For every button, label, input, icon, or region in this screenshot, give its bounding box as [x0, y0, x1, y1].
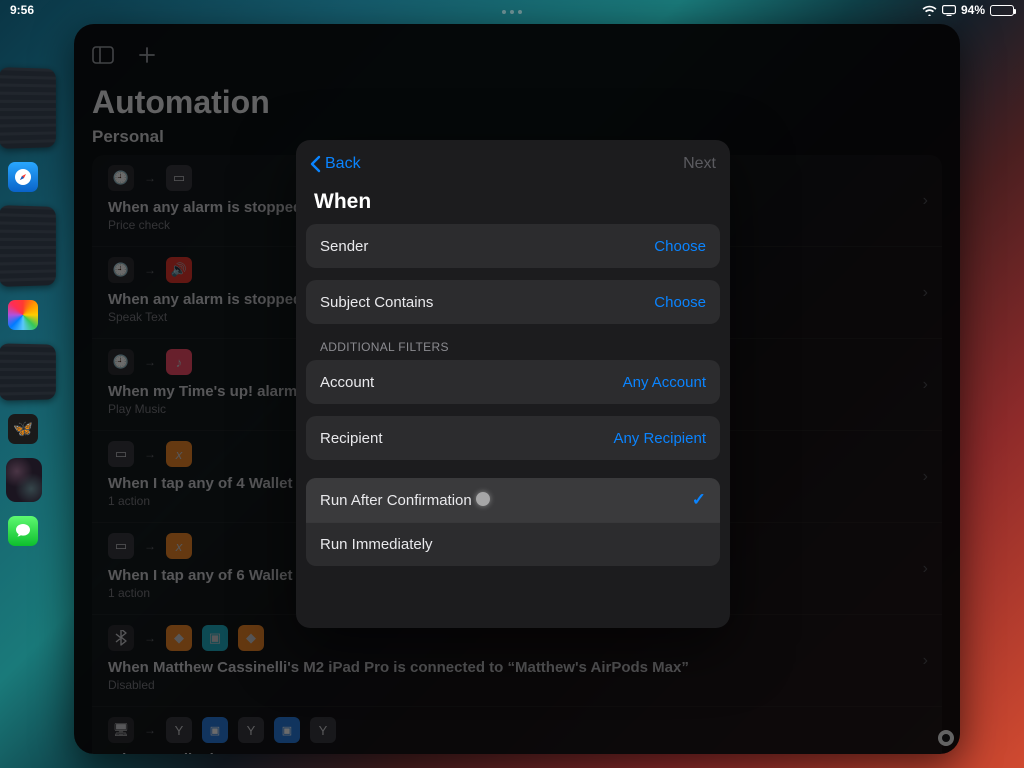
bluetooth-icon	[108, 625, 134, 651]
account-value: Any Account	[623, 374, 706, 391]
automation-title: When my display connects	[108, 751, 926, 754]
chevron-right-icon: ›	[923, 560, 928, 578]
arrow-icon: →	[144, 263, 156, 277]
automation-config-sheet: Back Next When Sender Choose Subject Con…	[296, 140, 730, 628]
next-label: Next	[683, 155, 716, 173]
checkmark-icon: ✓	[692, 490, 706, 510]
next-button[interactable]: Next	[683, 155, 716, 173]
arrow-icon: →	[144, 723, 156, 737]
photos-icon[interactable]	[8, 300, 38, 330]
status-time: 9:56	[10, 3, 34, 17]
action-icon: Y	[166, 717, 192, 743]
add-icon[interactable]	[136, 44, 158, 66]
wallet-icon: ▭	[108, 441, 134, 467]
switcher-card[interactable]	[0, 67, 56, 149]
action-icon: ▣	[274, 717, 300, 743]
arrow-icon: →	[144, 539, 156, 553]
filters-header: Additional Filters	[296, 324, 730, 360]
messages-icon[interactable]	[8, 516, 38, 546]
automation-title: When Matthew Cassinelli's M2 iPad Pro is…	[108, 659, 926, 676]
clock-icon: 🕘	[108, 165, 134, 191]
recipient-value: Any Recipient	[613, 430, 706, 447]
arrow-icon: →	[144, 171, 156, 185]
safari-icon[interactable]	[8, 162, 38, 192]
sender-label: Sender	[320, 238, 368, 255]
subject-row[interactable]: Subject Contains Choose	[306, 280, 720, 324]
chevron-right-icon: ›	[923, 284, 928, 302]
subject-value: Choose	[654, 294, 706, 311]
arrow-icon: →	[144, 447, 156, 461]
app-switcher: 🦋	[0, 68, 70, 758]
run-confirm-label: Run After Confirmation	[320, 492, 472, 509]
back-label: Back	[325, 155, 361, 173]
automation-row[interactable]: 🖥 → Y ▣ Y ▣ Y When my display connects	[92, 706, 942, 754]
variable-icon: x	[166, 533, 192, 559]
display-icon: 🖥	[108, 717, 134, 743]
switcher-card[interactable]	[6, 458, 42, 502]
account-label: Account	[320, 374, 374, 391]
action-icon: ▭	[166, 165, 192, 191]
action-icon: Y	[310, 717, 336, 743]
run-after-confirmation-option[interactable]: Run After Confirmation ✓	[306, 478, 720, 522]
automation-subtitle: Disabled	[108, 678, 926, 692]
butterfly-app-icon[interactable]: 🦋	[8, 414, 38, 444]
screen-mirroring-icon	[942, 5, 956, 16]
action-icon: ◆	[238, 625, 264, 651]
battery-percent: 94%	[961, 3, 985, 17]
variable-icon: x	[166, 441, 192, 467]
sheet-title: When	[296, 188, 730, 224]
speaker-icon: 🔊	[166, 257, 192, 283]
recipient-row[interactable]: Recipient Any Recipient	[306, 416, 720, 460]
music-icon: ♪	[166, 349, 192, 375]
sender-row[interactable]: Sender Choose	[306, 224, 720, 268]
chevron-right-icon: ›	[923, 376, 928, 394]
wallet-icon: ▭	[108, 533, 134, 559]
cursor-icon	[476, 492, 490, 506]
sidebar-toggle-icon[interactable]	[92, 44, 114, 66]
chevron-right-icon: ›	[923, 652, 928, 670]
wifi-icon	[922, 5, 937, 16]
sender-value: Choose	[654, 238, 706, 255]
arrow-icon: →	[144, 631, 156, 645]
subject-label: Subject Contains	[320, 294, 433, 311]
account-row[interactable]: Account Any Account	[306, 360, 720, 404]
switcher-card[interactable]	[0, 343, 56, 400]
action-icon: Y	[238, 717, 264, 743]
page-title: Automation	[92, 84, 942, 121]
arrow-icon: →	[144, 355, 156, 369]
action-icon: ▣	[202, 717, 228, 743]
recipient-label: Recipient	[320, 430, 383, 447]
battery-icon	[990, 5, 1014, 16]
clock-icon: 🕘	[108, 349, 134, 375]
multitasking-dots-icon[interactable]	[502, 10, 522, 14]
chevron-right-icon: ›	[923, 192, 928, 210]
clock-icon: 🕘	[108, 257, 134, 283]
action-icon: ▣	[202, 625, 228, 651]
run-immediate-label: Run Immediately	[320, 536, 433, 553]
back-button[interactable]: Back	[310, 155, 361, 173]
chevron-right-icon: ›	[923, 468, 928, 486]
action-icon: ◆	[166, 625, 192, 651]
run-immediately-option[interactable]: Run Immediately	[306, 522, 720, 566]
switcher-card[interactable]	[0, 205, 56, 287]
